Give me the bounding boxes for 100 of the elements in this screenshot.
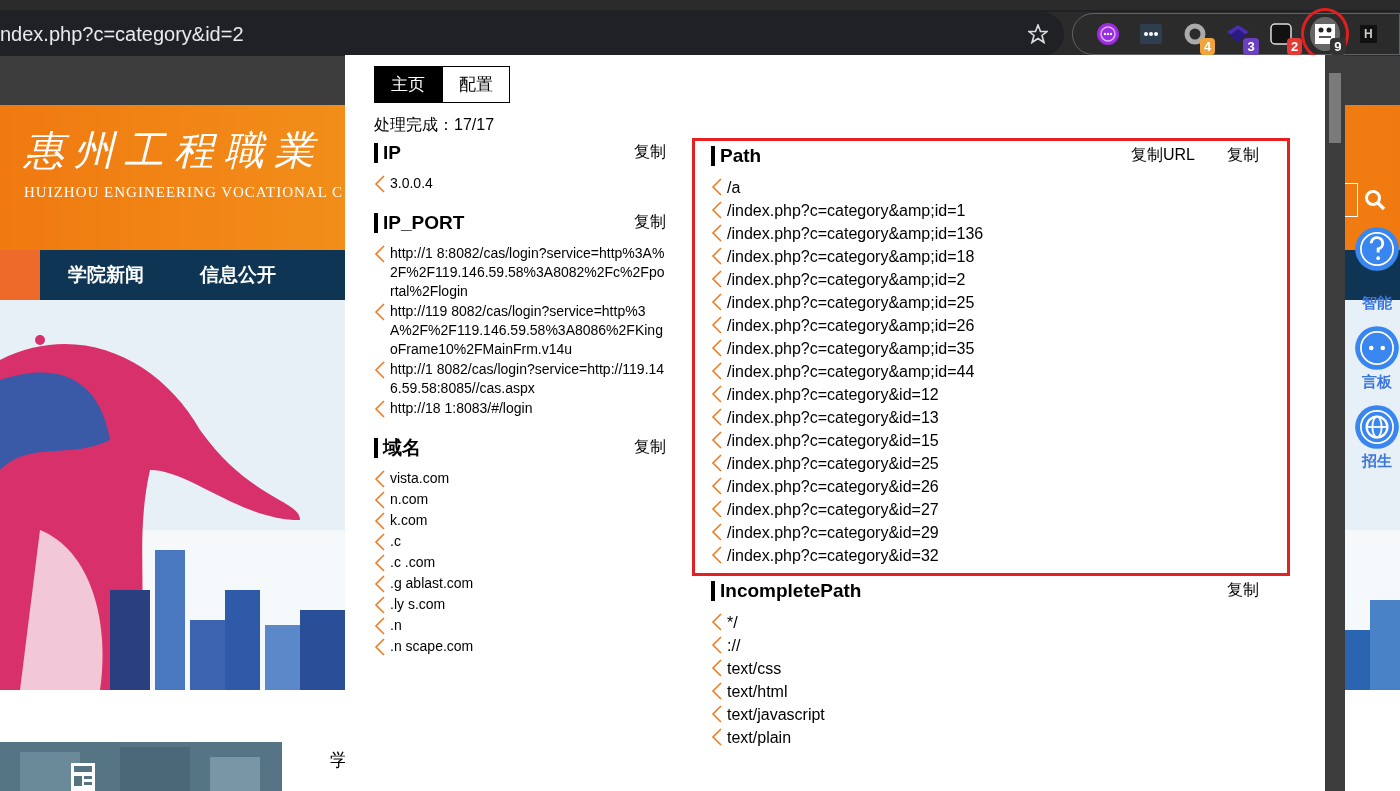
chevron-icon xyxy=(711,704,723,724)
chevron-icon xyxy=(711,177,723,197)
result-text: /index.php?c=category&amp;id=18 xyxy=(727,247,975,267)
tool-label[interactable]: 招生 xyxy=(1362,452,1392,471)
nav-link[interactable]: 学院新闻 xyxy=(40,262,172,288)
result-text: text/html xyxy=(727,682,788,702)
chevron-icon xyxy=(374,532,386,552)
dots-icon xyxy=(1140,24,1163,44)
chevron-icon xyxy=(711,727,723,747)
copy-link[interactable]: 复制URL xyxy=(1131,145,1195,166)
section-title: IP xyxy=(374,142,401,163)
result-text: vista.com xyxy=(390,469,450,488)
chevron-icon xyxy=(374,360,386,380)
copy-link[interactable]: 复制 xyxy=(634,437,666,458)
chevron-icon xyxy=(711,338,723,358)
section-title: IP_PORT xyxy=(374,212,465,233)
result-text: /index.php?c=category&id=26 xyxy=(727,477,939,497)
result-text: k.com xyxy=(390,511,428,530)
logo-subtitle: HUIZHOU ENGINEERING VOCATIONAL C xyxy=(24,184,344,201)
logo-text: 惠州工程職業 xyxy=(24,126,325,175)
star-icon[interactable] xyxy=(1028,24,1048,44)
result-text: /index.php?c=category&amp;id=1 xyxy=(727,201,966,221)
chevron-icon xyxy=(711,658,723,678)
ring-icon xyxy=(1183,23,1206,45)
url-text: ndex.php?c=category&id=2 xyxy=(0,22,244,46)
chevron-icon xyxy=(711,269,723,289)
result-text: /index.php?c=category&amp;id=26 xyxy=(727,316,975,336)
section-title: Path xyxy=(711,145,762,166)
result-text: n.com xyxy=(390,490,429,509)
chevron-icon xyxy=(711,246,723,266)
result-text: /index.php?c=category&id=32 xyxy=(727,546,939,566)
address-bar[interactable]: ndex.php?c=category&id=2 xyxy=(0,12,1064,56)
chevron-icon xyxy=(711,612,723,632)
status-text: 处理完成：17/17 xyxy=(374,115,496,135)
result-text: text/javascript xyxy=(727,705,825,725)
chevron-icon xyxy=(374,302,386,322)
result-text: /index.php?c=category&id=13 xyxy=(727,408,939,428)
copy-link[interactable]: 复制 xyxy=(634,142,666,163)
section-title: 域名 xyxy=(374,437,421,458)
chevron-icon xyxy=(711,223,723,243)
result-text: /index.php?c=category&amp;id=44 xyxy=(727,362,975,382)
result-text: .ly s.com xyxy=(390,595,446,614)
chevron-icon xyxy=(711,200,723,220)
result-text: .n scape.com xyxy=(390,637,474,656)
news-icon xyxy=(70,762,96,791)
chevron-icon xyxy=(374,616,386,636)
section-title: IncompletePath xyxy=(711,580,862,601)
chevron-icon xyxy=(711,476,723,496)
chevron-icon xyxy=(711,545,723,565)
chevron-icon xyxy=(711,384,723,404)
chevron-icon xyxy=(711,635,723,655)
result-text: /index.php?c=category&id=27 xyxy=(727,500,939,520)
layers-icon xyxy=(1225,23,1250,45)
chevron-icon xyxy=(374,595,386,615)
result-text: .g ablast.com xyxy=(390,574,474,593)
search-icon[interactable] xyxy=(1364,188,1386,211)
result-text: /index.php?c=category&id=29 xyxy=(727,523,939,543)
result-text: text/plain xyxy=(727,728,792,748)
scrollbar[interactable] xyxy=(1325,55,1345,791)
result-text: .n xyxy=(390,616,402,635)
chevron-icon xyxy=(711,681,723,701)
nav-link[interactable]: 信息公开 xyxy=(172,262,304,288)
copy-link[interactable]: 复制 xyxy=(634,212,666,233)
result-text: /index.php?c=category&id=25 xyxy=(727,454,939,474)
result-text: /index.php?c=category&amp;id=2 xyxy=(727,270,966,290)
result-text: */ xyxy=(727,613,738,633)
result-text: /index.php?c=category&id=15 xyxy=(727,431,939,451)
copy-link[interactable]: 复制 xyxy=(1227,580,1259,601)
result-text: /index.php?c=category&amp;id=136 xyxy=(727,224,984,244)
result-text: text/css xyxy=(727,659,782,679)
result-text: 3.0.0.4 xyxy=(390,174,433,193)
badge-count: 2 xyxy=(1286,38,1303,55)
chevron-icon xyxy=(374,174,386,194)
tab[interactable]: 主页 xyxy=(374,66,442,103)
tab[interactable]: 配置 xyxy=(442,66,510,103)
chevron-icon xyxy=(374,553,386,573)
badge-count: 4 xyxy=(1200,38,1216,55)
question-icon[interactable] xyxy=(1354,226,1400,272)
chevron-icon xyxy=(711,292,723,312)
result-text: :// xyxy=(727,636,741,656)
chevron-icon xyxy=(711,407,723,427)
chevron-icon xyxy=(374,637,386,657)
chevron-icon xyxy=(374,511,386,531)
extension-icon[interactable]: H xyxy=(1359,25,1377,43)
chevron-icon xyxy=(711,453,723,473)
result-text: /index.php?c=category&id=12 xyxy=(727,385,939,405)
badge-count: 9 xyxy=(1330,38,1346,55)
chevron-icon xyxy=(711,522,723,542)
tool-label[interactable]: 言板 xyxy=(1362,373,1392,392)
result-text: /a xyxy=(727,178,741,198)
result-text: .c xyxy=(390,532,401,551)
chevron-icon xyxy=(374,574,386,594)
copy-link[interactable]: 复制 xyxy=(1227,145,1259,166)
box-icon xyxy=(1270,23,1293,45)
chat-icon[interactable] xyxy=(1354,325,1400,371)
globe-icon[interactable] xyxy=(1354,404,1400,450)
chat-icon xyxy=(1095,22,1120,46)
panda-icon xyxy=(1313,23,1336,45)
result-text: http://18 1:8083/#/login xyxy=(390,399,533,418)
chevron-icon xyxy=(374,244,386,264)
